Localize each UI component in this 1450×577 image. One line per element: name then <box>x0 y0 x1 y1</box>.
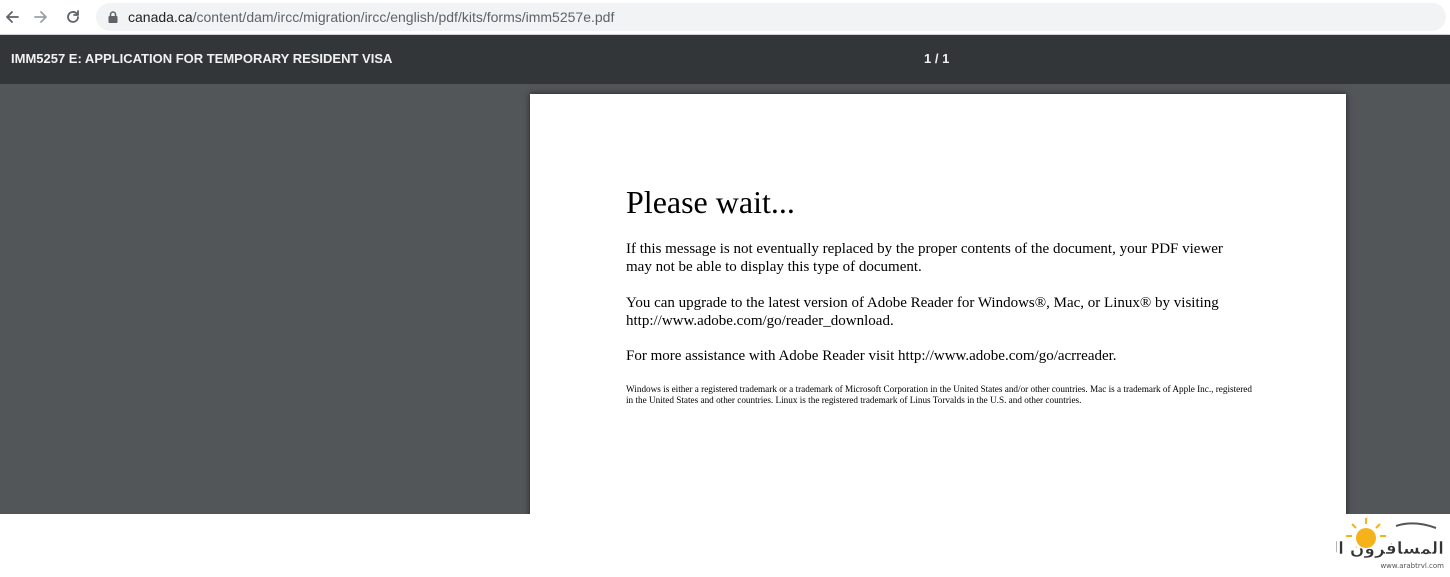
document-title: IMM5257 E: APPLICATION FOR TEMPORARY RES… <box>11 51 393 66</box>
forward-arrow-icon <box>34 11 47 23</box>
sun-logo-icon: المسافرون العرب www.arabtrvl.com <box>1294 518 1444 570</box>
page-indicator: 1 / 1 <box>924 51 950 66</box>
lock-icon[interactable] <box>106 10 120 24</box>
trademark-fine-print: Windows is either a registered trademark… <box>626 384 1252 405</box>
watermark-logo: المسافرون العرب www.arabtrvl.com <box>1294 516 1446 572</box>
pdf-viewer-area[interactable]: Please wait... If this message is not ev… <box>0 84 1450 514</box>
url-path: /content/dam/ircc/migration/ircc/english… <box>192 9 615 25</box>
pdf-page: Please wait... If this message is not ev… <box>530 94 1346 514</box>
watermark-text: المسافرون العرب <box>1336 539 1444 559</box>
forward-button[interactable] <box>29 5 53 29</box>
reload-icon <box>67 10 79 23</box>
please-wait-heading: Please wait... <box>626 184 795 220</box>
back-arrow-icon <box>6 11 19 23</box>
watermark-url: www.arabtrvl.com <box>1380 562 1444 570</box>
url-domain: canada.ca <box>128 9 193 25</box>
browser-nav-bar: canada.ca/content/dam/ircc/migration/irc… <box>0 0 1450 35</box>
pdf-toolbar: IMM5257 E: APPLICATION FOR TEMPORARY RES… <box>0 35 1450 84</box>
reload-button[interactable] <box>61 5 85 29</box>
upgrade-paragraph: You can upgrade to the latest version of… <box>626 295 1219 329</box>
address-bar[interactable]: canada.ca/content/dam/ircc/migration/irc… <box>96 3 1446 31</box>
url-text[interactable]: canada.ca/content/dam/ircc/migration/irc… <box>128 9 614 25</box>
assistance-paragraph: For more assistance with Adobe Reader vi… <box>626 348 1117 364</box>
message-paragraph: If this message is not eventually replac… <box>626 241 1223 275</box>
back-button[interactable] <box>0 5 24 29</box>
